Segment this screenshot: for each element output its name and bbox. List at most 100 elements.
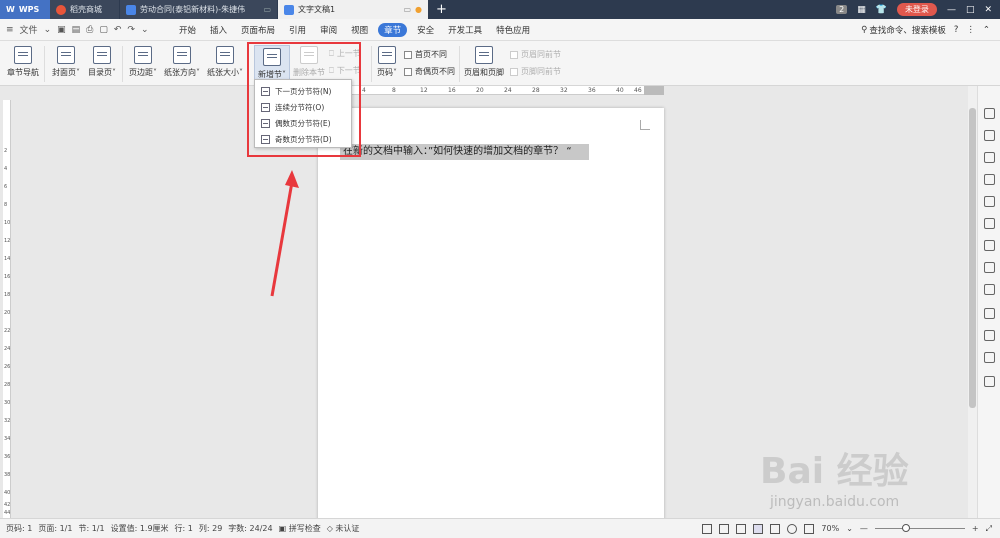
image-icon[interactable] xyxy=(984,308,995,319)
menu-special[interactable]: 特色应用 xyxy=(489,19,537,41)
save-icon[interactable]: ▣ xyxy=(57,25,66,35)
grid-icon[interactable]: ▦ xyxy=(857,5,866,15)
status-pages[interactable]: 页面: 1/1 xyxy=(38,523,72,534)
search-icon[interactable]: ⚲ xyxy=(861,25,867,35)
checkbox[interactable] xyxy=(404,50,412,59)
help-circle-icon[interactable] xyxy=(984,376,995,387)
zoom-out-icon[interactable]: — xyxy=(860,524,868,533)
page-number-button[interactable]: 页码˅ xyxy=(375,44,399,78)
scrollbar-thumb[interactable] xyxy=(969,108,976,408)
checkbox[interactable] xyxy=(510,50,518,59)
menu-section[interactable]: 章节 xyxy=(378,22,408,37)
section-nav-button[interactable]: 章节导航 xyxy=(6,44,40,78)
layout-icon[interactable] xyxy=(984,284,995,295)
menu-references[interactable]: 引用 xyxy=(282,19,313,41)
window-count-badge[interactable]: 2 xyxy=(836,5,848,14)
menu-security[interactable]: 安全 xyxy=(410,19,441,41)
chevron-up-icon[interactable]: ⌃ xyxy=(983,25,990,35)
menu-page-layout[interactable]: 页面布局 xyxy=(234,19,282,41)
zoom-slider-knob[interactable] xyxy=(902,524,911,532)
close-icon[interactable]: ✕ xyxy=(984,5,992,15)
shirt-icon[interactable]: 👕 xyxy=(876,5,887,15)
search-command[interactable]: 查找命令、搜索模板 xyxy=(869,24,946,36)
reading-mode-icon[interactable] xyxy=(719,523,730,534)
eye-protect-icon[interactable] xyxy=(804,523,815,534)
paper-size-button[interactable]: 纸张大小˅ xyxy=(205,44,245,78)
cursor-icon[interactable] xyxy=(984,130,995,141)
menu-developer[interactable]: 开发工具 xyxy=(441,19,489,41)
menu-home[interactable]: 开始 xyxy=(172,19,203,41)
preview-icon[interactable]: ▢ xyxy=(99,25,108,35)
outline-view-icon[interactable] xyxy=(770,523,781,534)
help-icon[interactable]: ? xyxy=(954,25,959,35)
print-icon[interactable]: ⎙ xyxy=(86,25,93,35)
document-search-icon[interactable] xyxy=(984,196,995,207)
footer-same-as-prev-check[interactable]: 页脚同前节 xyxy=(510,66,561,77)
redo-icon[interactable]: ↷ xyxy=(127,25,135,35)
export-icon[interactable]: ▤ xyxy=(72,25,81,35)
tab-label: WPS xyxy=(18,5,40,14)
chevron-down-icon[interactable]: ⌄ xyxy=(44,25,52,35)
chevron-down-icon[interactable]: ⌄ xyxy=(846,524,853,533)
menu-view[interactable]: 视图 xyxy=(344,19,375,41)
checkbox[interactable] xyxy=(510,67,518,76)
chevron-down-icon[interactable]: ⌄ xyxy=(141,25,149,35)
tab-wps[interactable]: W WPS xyxy=(0,0,50,19)
status-section[interactable]: 节: 1/1 xyxy=(78,523,104,534)
fit-width-icon[interactable]: ⤢ xyxy=(986,524,992,534)
monitor-icon[interactable]: ▭ xyxy=(403,5,411,14)
hamburger-icon[interactable]: ≡ xyxy=(6,25,14,35)
orientation-button[interactable]: 纸张方向˅ xyxy=(162,44,202,78)
zoom-in-icon[interactable]: + xyxy=(972,524,979,533)
toc-page-button[interactable]: 目录页˅ xyxy=(85,44,119,78)
tab-label: 劳动合同(泰铝新材料)-朱捷伟 xyxy=(140,5,246,14)
undo-icon[interactable]: ↶ xyxy=(114,25,122,35)
vertical-ruler[interactable]: 2 4 6 8 10 12 14 16 18 20 22 24 26 28 30… xyxy=(3,100,11,518)
fullscreen-icon[interactable] xyxy=(702,523,713,534)
history-icon[interactable] xyxy=(984,352,995,363)
maximize-icon[interactable]: □ xyxy=(966,5,975,15)
monitor-icon[interactable]: ▭ xyxy=(263,5,271,14)
annotation-arrow-icon xyxy=(270,170,299,297)
status-setting[interactable]: 设置值: 1.9厘米 xyxy=(111,523,169,534)
status-words[interactable]: 字数: 24/24 xyxy=(228,523,272,534)
spell-check[interactable]: ▣ 拼写检查 xyxy=(279,523,321,534)
cover-page-button[interactable]: 封面页˅ xyxy=(49,44,83,78)
sliders-icon[interactable] xyxy=(984,174,995,185)
checkbox[interactable] xyxy=(404,67,412,76)
document-text-selected[interactable]: 在新的文档中输入：”如何快速的增加文档的章节？ “ xyxy=(340,144,589,160)
certification[interactable]: ◇ 未认证 xyxy=(327,523,360,534)
ruler-tick: 28 xyxy=(4,382,11,388)
menu-insert[interactable]: 插入 xyxy=(203,19,234,41)
translate-icon[interactable] xyxy=(984,262,995,273)
horizontal-ruler[interactable]: 4 8 12 16 20 24 28 32 36 40 46 xyxy=(318,86,664,95)
tab-document1[interactable]: 文字文稿1 ▭ ● xyxy=(278,0,428,19)
menu-review[interactable]: 审阅 xyxy=(313,19,344,41)
header-footer-button[interactable]: 页眉和页脚 xyxy=(463,44,505,78)
page-view-icon[interactable] xyxy=(753,523,764,534)
minimize-icon[interactable]: — xyxy=(947,5,956,15)
star-icon[interactable] xyxy=(984,218,995,229)
login-button[interactable]: 未登录 xyxy=(896,3,937,16)
margins-button[interactable]: 页边距˅ xyxy=(126,44,160,78)
odd-even-different-check[interactable]: 奇偶页不同 xyxy=(404,66,455,77)
document-page[interactable] xyxy=(318,108,664,520)
new-tab-plus-icon[interactable]: + xyxy=(436,2,447,17)
tab-docer-store[interactable]: 稻壳商城 xyxy=(50,0,120,19)
edit-mode-icon[interactable] xyxy=(736,523,747,534)
status-page[interactable]: 页码: 1 xyxy=(6,523,32,534)
pen-icon[interactable] xyxy=(984,108,995,119)
zoom-slider[interactable] xyxy=(874,524,965,532)
ruler-tick: 34 xyxy=(4,436,11,442)
shapes-icon[interactable] xyxy=(984,152,995,163)
tab-labor-contract[interactable]: 劳动合同(泰铝新材料)-朱捷伟 ▭ xyxy=(120,0,278,19)
file-menu[interactable]: 文件 xyxy=(20,23,38,36)
header-same-as-prev-check[interactable]: 页眉同前节 xyxy=(510,49,561,60)
more-icon[interactable]: ⋮ xyxy=(966,25,975,35)
backup-icon[interactable] xyxy=(984,330,995,341)
zoom-level[interactable]: 70% xyxy=(821,524,839,533)
first-page-different-check[interactable]: 首页不同 xyxy=(404,49,447,60)
share-icon[interactable] xyxy=(984,240,995,251)
divider xyxy=(371,46,372,82)
web-view-icon[interactable] xyxy=(787,523,798,534)
